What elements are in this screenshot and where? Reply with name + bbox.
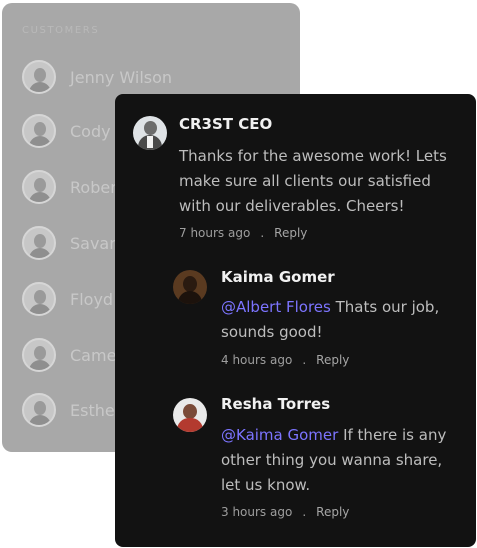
reply-link[interactable]: Reply (316, 353, 349, 367)
avatar (22, 338, 56, 372)
customer-name: Savan (70, 233, 120, 253)
comment-author[interactable]: Resha Torres (221, 395, 330, 413)
separator-dot: . (302, 353, 307, 367)
avatar (22, 226, 56, 260)
comment-meta: 4 hours ago. Reply (221, 353, 349, 367)
avatar (22, 393, 56, 427)
mention-link[interactable]: @Albert Flores (221, 298, 331, 316)
avatar[interactable] (133, 116, 167, 150)
reply-link[interactable]: Reply (274, 226, 307, 240)
customers-heading: CUSTOMERS (22, 25, 100, 36)
avatar (22, 60, 56, 94)
comment-author[interactable]: CR3ST CEO (179, 115, 272, 133)
customer-item[interactable]: Floyd (22, 281, 113, 317)
comments-card: CR3ST CEO Thanks for the awesome work! L… (115, 94, 476, 547)
customer-item[interactable]: Savan (22, 225, 119, 261)
customer-item[interactable]: Rober (22, 169, 117, 205)
comment-timestamp: 7 hours ago (179, 226, 251, 240)
customer-name: Cody (70, 121, 111, 141)
comment-author[interactable]: Kaima Gomer (221, 268, 335, 286)
customer-name: Jenny Wilson (70, 67, 173, 87)
comment-body: Thanks for the awesome work! Lets make s… (179, 147, 447, 215)
customer-item[interactable]: Jenny Wilson (22, 59, 172, 95)
comment-timestamp: 4 hours ago (221, 353, 293, 367)
customer-name: Esthe (70, 400, 115, 420)
customer-name: Came (70, 345, 117, 365)
reply-link[interactable]: Reply (316, 505, 349, 519)
comment-timestamp: 3 hours ago (221, 505, 293, 519)
customer-item[interactable]: Esthe (22, 392, 115, 428)
customer-name: Floyd (70, 289, 114, 309)
separator-dot: . (260, 226, 265, 240)
customer-name: Rober (70, 177, 117, 197)
separator-dot: . (302, 505, 307, 519)
comment-meta: 3 hours ago. Reply (221, 505, 349, 519)
comment-text: @Albert Flores Thats our job, sounds goo… (221, 295, 457, 345)
avatar (22, 282, 56, 316)
mention-link[interactable]: @Kaima Gomer (221, 426, 338, 444)
avatar[interactable] (173, 398, 207, 432)
avatar (22, 170, 56, 204)
avatar[interactable] (173, 270, 207, 304)
customer-item[interactable]: Came (22, 337, 116, 373)
comment-meta: 7 hours ago. Reply (179, 226, 307, 240)
customer-item[interactable]: Cody (22, 113, 111, 149)
comment-text: @Kaima Gomer If there is any other thing… (221, 423, 461, 498)
comment-text: Thanks for the awesome work! Lets make s… (179, 144, 457, 219)
avatar (22, 114, 56, 148)
